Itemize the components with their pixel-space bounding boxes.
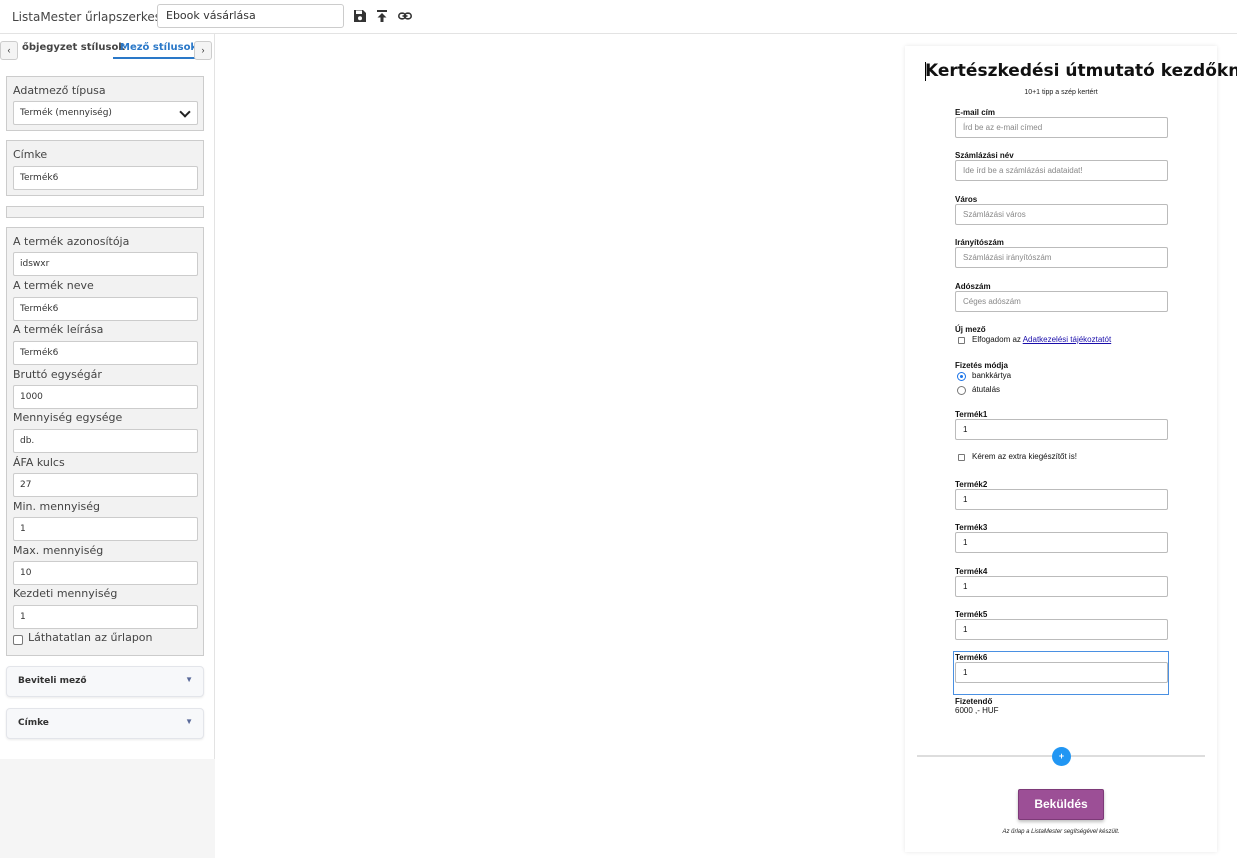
product3-label: Termék3 <box>955 523 988 532</box>
payment-transfer-label: átutalás <box>972 385 1001 394</box>
label-accordion[interactable]: Címke ▼ <box>6 708 204 739</box>
quantity-unit-label: Mennyiség egysége <box>13 411 123 424</box>
caret-down-icon: ▼ <box>185 717 193 726</box>
label-input[interactable]: Termék6 <box>13 166 198 190</box>
save-icon[interactable] <box>353 9 367 23</box>
payment-card-label: bankkártya <box>972 371 1012 380</box>
city-field[interactable]: Számlázási város <box>955 204 1168 225</box>
payment-method-label: Fizetés módja <box>955 361 1008 370</box>
product-panel: A termék azonosítója idswxr A termék nev… <box>6 227 204 656</box>
sidebar: ‹ őbjegyzet stílusok Mező stílusok › Ada… <box>0 34 215 858</box>
tabs-prev-button[interactable]: ‹ <box>0 41 18 60</box>
initial-quantity-label: Kezdeti mennyiség <box>13 587 118 600</box>
min-quantity-input[interactable]: 1 <box>13 517 198 541</box>
product2-label: Termék2 <box>955 480 988 489</box>
extra-addon-checkbox[interactable] <box>958 454 965 461</box>
add-field-button[interactable]: + <box>1052 747 1071 766</box>
product2-quantity-field[interactable]: 1 <box>955 489 1168 510</box>
product5-quantity-field[interactable]: 1 <box>955 619 1168 640</box>
form-footer-note: Az űrlap a ListaMester segítségével kész… <box>1002 829 1120 835</box>
tax-number-label: Adószám <box>955 282 991 291</box>
tax-number-field[interactable]: Céges adószám <box>955 291 1168 312</box>
field-type-label: Adatmező típusa <box>13 84 106 97</box>
input-field-accordion[interactable]: Beviteli mező ▼ <box>6 666 204 697</box>
privacy-consent-checkbox[interactable] <box>958 337 965 344</box>
product6-label: Termék6 <box>955 653 988 662</box>
product6-quantity-field[interactable]: 1 <box>955 662 1168 683</box>
label-panel: Címke Termék6 <box>6 140 204 196</box>
input-field-accordion-label: Beviteli mező <box>18 676 87 686</box>
link-icon[interactable] <box>398 9 412 23</box>
product-id-label: A termék azonosítója <box>13 235 130 248</box>
gross-price-label: Bruttó egységár <box>13 368 102 381</box>
field-type-panel: Adatmező típusa Termék (mennyiség) <box>6 76 204 131</box>
product4-quantity-field[interactable]: 1 <box>955 576 1168 597</box>
caret-down-icon: ▼ <box>185 675 193 684</box>
payment-card-radio[interactable] <box>957 372 966 381</box>
gross-price-input[interactable]: 1000 <box>13 385 198 409</box>
zip-label: Irányítószám <box>955 238 1004 247</box>
empty-panel <box>6 206 204 218</box>
max-quantity-label: Max. mennyiség <box>13 544 104 557</box>
initial-quantity-input[interactable]: 1 <box>13 605 198 629</box>
label-panel-title: Címke <box>13 148 48 161</box>
product-name-input[interactable]: Termék6 <box>13 297 198 321</box>
product-name-label: A termék neve <box>13 279 94 292</box>
product-description-label: A termék leírása <box>13 323 104 336</box>
form-name-input[interactable]: Ebook vásárlása <box>157 4 344 28</box>
top-bar: ListaMester űrlapszerkesztő: Ebook vásár… <box>0 0 1237 34</box>
email-label: E-mail cím <box>955 108 996 117</box>
privacy-consent-prefix: Elfogadom az <box>972 335 1023 344</box>
product-id-input[interactable]: idswxr <box>13 252 198 276</box>
form-preview: Kertészkedési útmutató kezdőknek 10+1 ti… <box>905 46 1237 852</box>
billing-name-field[interactable]: Ide írd be a számlázási adataidat! <box>955 160 1168 181</box>
sidebar-footer-area <box>0 759 215 858</box>
tabs-next-button[interactable]: › <box>194 41 212 60</box>
product3-quantity-field[interactable]: 1 <box>955 532 1168 553</box>
max-quantity-input[interactable]: 10 <box>13 561 198 585</box>
hidden-on-form-checkbox[interactable] <box>13 635 23 645</box>
payment-transfer-radio[interactable] <box>957 386 966 395</box>
product4-label: Termék4 <box>955 567 988 576</box>
vat-rate-label: ÁFA kulcs <box>13 456 65 469</box>
vat-rate-input[interactable]: 27 <box>13 473 198 497</box>
form-subtitle: 10+1 tipp a szép kertért <box>1024 89 1098 96</box>
hidden-on-form-label: Láthatatlan az űrlapon <box>28 631 153 644</box>
extra-addon-label: Kérem az extra kiegészítőt is! <box>972 452 1077 461</box>
total-label: Fizetendő <box>955 697 993 706</box>
product1-quantity-field[interactable]: 1 <box>955 419 1168 440</box>
label-accordion-label: Címke <box>18 718 49 728</box>
tab-note-styles[interactable]: őbjegyzet stílusok <box>22 42 125 53</box>
privacy-consent-text: Elfogadom az Adatkezelési tájékoztatót <box>972 335 1111 344</box>
form-title[interactable]: Kertészkedési útmutató kezdőknek <box>925 61 1237 81</box>
publish-icon[interactable] <box>375 9 389 23</box>
quantity-unit-input[interactable]: db. <box>13 429 198 453</box>
product-description-input[interactable]: Termék6 <box>13 341 198 365</box>
field-type-select[interactable]: Termék (mennyiség) <box>13 101 198 125</box>
submit-button[interactable]: Beküldés <box>1018 789 1104 820</box>
new-field-label: Új mező <box>955 325 986 334</box>
email-field[interactable]: Írd be az e-mail címed <box>955 117 1168 138</box>
privacy-policy-link[interactable]: Adatkezelési tájékoztatót <box>1023 335 1112 344</box>
tab-field-styles[interactable]: Mező stílusok <box>113 42 205 59</box>
city-label: Város <box>955 195 978 204</box>
product5-label: Termék5 <box>955 610 988 619</box>
min-quantity-label: Min. mennyiség <box>13 500 100 513</box>
product1-label: Termék1 <box>955 410 988 419</box>
zip-field[interactable]: Számlázási irányítószám <box>955 247 1168 268</box>
total-value: 6000 ,- HUF <box>955 706 999 715</box>
billing-name-label: Számlázási név <box>955 151 1014 160</box>
